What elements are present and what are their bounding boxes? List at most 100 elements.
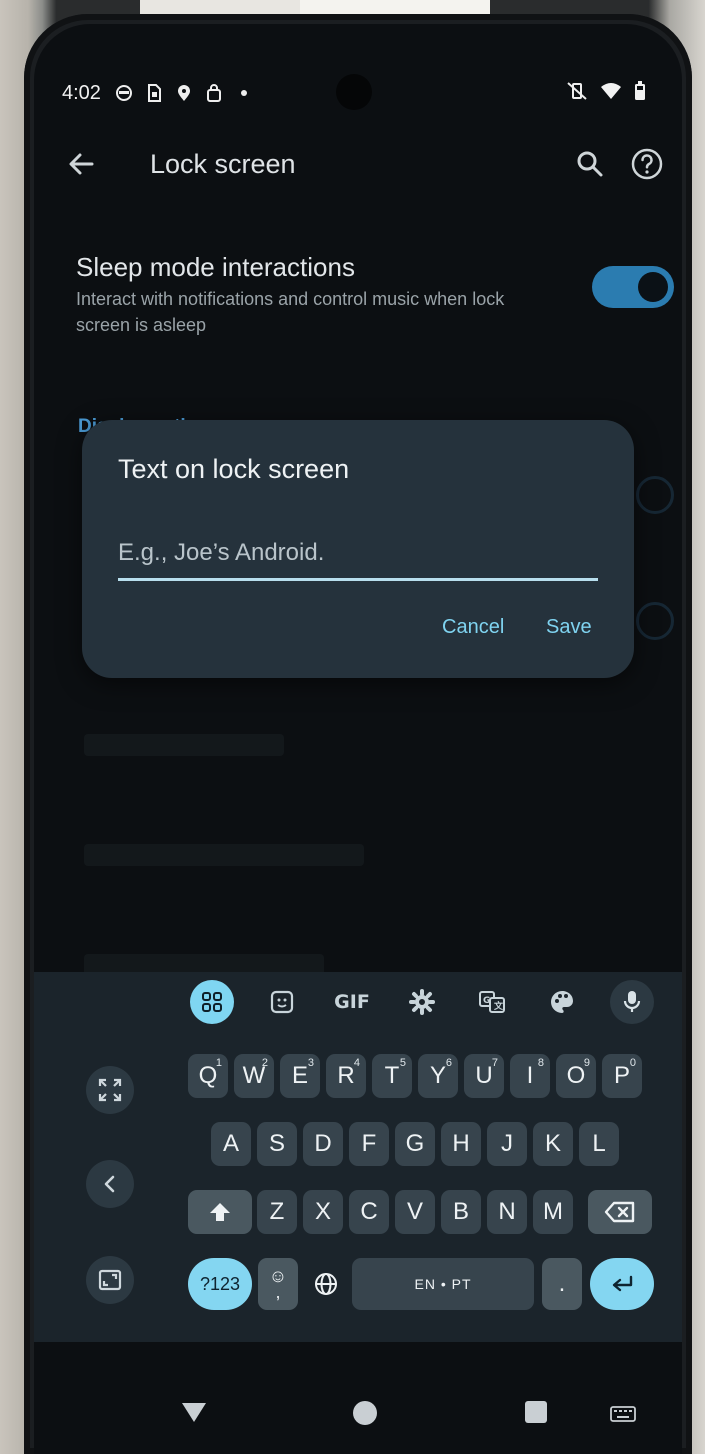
key-k[interactable]: K bbox=[533, 1122, 573, 1166]
backspace-key[interactable] bbox=[588, 1190, 652, 1234]
dialog-title: Text on lock screen bbox=[118, 454, 350, 484]
key-hint: 4 bbox=[353, 1057, 360, 1069]
backspace-icon bbox=[604, 1201, 635, 1223]
apps-grid-icon[interactable] bbox=[190, 980, 234, 1024]
key-w[interactable]: W2 bbox=[234, 1054, 274, 1098]
key-t[interactable]: T5 bbox=[372, 1054, 412, 1098]
key-label: Y bbox=[429, 1062, 446, 1089]
key-l[interactable]: L bbox=[579, 1122, 619, 1166]
expand-keyboard-icon[interactable] bbox=[86, 1066, 134, 1114]
keyboard-toolbar: GIF G文 bbox=[184, 980, 664, 1028]
nav-home-circle-icon[interactable] bbox=[352, 1400, 378, 1430]
help-icon[interactable] bbox=[630, 147, 664, 181]
cancel-button[interactable]: Cancel bbox=[442, 616, 504, 639]
page-title: Lock screen bbox=[150, 148, 296, 179]
key-y[interactable]: Y6 bbox=[418, 1054, 458, 1098]
key-j[interactable]: J bbox=[487, 1122, 527, 1166]
comma-label: , bbox=[275, 1282, 281, 1302]
key-f[interactable]: F bbox=[349, 1122, 389, 1166]
key-hint: 3 bbox=[307, 1057, 314, 1069]
enter-arrow-icon bbox=[612, 1275, 633, 1292]
phone-frame: 4:02 Lock screen Sleep mode interactions… bbox=[24, 14, 692, 1454]
status-bar: 4:02 bbox=[62, 76, 654, 110]
key-label: U bbox=[475, 1062, 493, 1089]
shift-arrow-icon bbox=[210, 1203, 230, 1221]
text-on-lock-screen-dialog: Text on lock screen Cancel Save bbox=[82, 420, 634, 678]
key-m[interactable]: M bbox=[533, 1190, 573, 1234]
key-i[interactable]: I8 bbox=[510, 1054, 550, 1098]
nav-back-triangle-icon[interactable] bbox=[180, 1400, 208, 1428]
key-label: I bbox=[526, 1062, 534, 1089]
key-o[interactable]: O9 bbox=[556, 1054, 596, 1098]
language-globe-icon[interactable] bbox=[304, 1258, 348, 1310]
svg-text:文: 文 bbox=[493, 1000, 504, 1012]
key-hint: 9 bbox=[583, 1057, 590, 1069]
obscured-toggle bbox=[636, 476, 674, 514]
search-icon[interactable] bbox=[574, 148, 606, 180]
key-r[interactable]: R4 bbox=[326, 1054, 366, 1098]
battery-icon bbox=[634, 81, 646, 105]
key-q[interactable]: Q1 bbox=[188, 1054, 228, 1098]
obscured-row bbox=[84, 844, 364, 866]
system-navigation-bar bbox=[34, 1386, 682, 1446]
key-n[interactable]: N bbox=[487, 1190, 527, 1234]
sleep-mode-toggle[interactable] bbox=[592, 266, 674, 308]
key-p[interactable]: P0 bbox=[602, 1054, 642, 1098]
shopping-bag-icon bbox=[205, 84, 223, 102]
key-hint: 5 bbox=[399, 1057, 406, 1069]
key-label: E bbox=[291, 1062, 308, 1089]
on-screen-keyboard: GIF G文 Q 1 W 2 E 3 R 4 T 5 Y 6 U 7 I 8 O… bbox=[34, 972, 682, 1342]
key-e[interactable]: E3 bbox=[280, 1054, 320, 1098]
toggle-knob bbox=[638, 272, 668, 302]
keyboard-switcher-icon[interactable] bbox=[610, 1406, 636, 1426]
key-b[interactable]: B bbox=[441, 1190, 481, 1234]
key-label: T bbox=[384, 1062, 400, 1089]
setting-title: Sleep mode interactions bbox=[76, 252, 355, 282]
key-label: P bbox=[613, 1062, 630, 1089]
save-button[interactable]: Save bbox=[546, 616, 592, 639]
key-z[interactable]: Z bbox=[257, 1190, 297, 1234]
setting-subtitle: Interact with notifications and control … bbox=[76, 289, 505, 335]
microphone-icon[interactable] bbox=[610, 980, 654, 1024]
space-bar[interactable]: EN • PT bbox=[352, 1258, 534, 1310]
key-hint: 7 bbox=[491, 1057, 498, 1069]
settings-gear-icon[interactable] bbox=[400, 980, 444, 1024]
emoji-comma-key[interactable]: ☺, bbox=[258, 1258, 298, 1310]
key-s[interactable]: S bbox=[257, 1122, 297, 1166]
key-d[interactable]: D bbox=[303, 1122, 343, 1166]
svg-text:G: G bbox=[483, 996, 490, 1006]
move-keyboard-left-icon[interactable] bbox=[86, 1160, 134, 1208]
key-x[interactable]: X bbox=[303, 1190, 343, 1234]
key-u[interactable]: U7 bbox=[464, 1054, 504, 1098]
lock-screen-text-input[interactable] bbox=[118, 532, 598, 581]
key-hint: 8 bbox=[537, 1057, 544, 1069]
screen: 4:02 Lock screen Sleep mode interactions… bbox=[34, 24, 682, 1454]
key-label: R bbox=[337, 1062, 355, 1089]
vibrate-off-icon bbox=[566, 81, 588, 105]
gif-button[interactable]: GIF bbox=[330, 980, 374, 1024]
key-hint: 1 bbox=[215, 1057, 222, 1069]
key-hint: 0 bbox=[629, 1057, 636, 1069]
key-g[interactable]: G bbox=[395, 1122, 435, 1166]
app-bar: Lock screen bbox=[34, 124, 682, 204]
shift-key[interactable] bbox=[188, 1190, 252, 1234]
key-h[interactable]: H bbox=[441, 1122, 481, 1166]
more-notifications-dot-icon bbox=[235, 84, 253, 102]
back-arrow-icon[interactable] bbox=[64, 147, 98, 181]
enter-key[interactable] bbox=[590, 1258, 654, 1310]
key-a[interactable]: A bbox=[211, 1122, 251, 1166]
key-label: Q bbox=[198, 1062, 218, 1089]
key-hint: 2 bbox=[261, 1057, 268, 1069]
sim-card-icon bbox=[145, 84, 163, 102]
sticker-icon[interactable] bbox=[260, 980, 304, 1024]
key-c[interactable]: C bbox=[349, 1190, 389, 1234]
key-v[interactable]: V bbox=[395, 1190, 435, 1234]
resize-keyboard-icon[interactable] bbox=[86, 1256, 134, 1304]
period-key[interactable]: . bbox=[542, 1258, 582, 1310]
theme-palette-icon[interactable] bbox=[540, 980, 584, 1024]
translate-icon[interactable]: G文 bbox=[470, 980, 514, 1024]
key-label: O bbox=[566, 1062, 586, 1089]
symbols-key[interactable]: ?123 bbox=[188, 1258, 252, 1310]
nav-recents-square-icon[interactable] bbox=[524, 1400, 548, 1428]
key-hint: 6 bbox=[445, 1057, 452, 1069]
